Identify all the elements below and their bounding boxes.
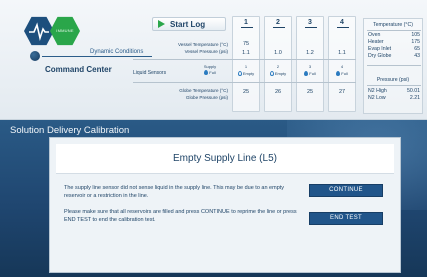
vessel-pressure-label: Vessel Pressure (psi) [184,49,228,54]
globe-temperature-value: 26 [274,89,282,95]
divider [273,27,285,28]
vessel-pressure-value: 1.0 [274,50,282,56]
vessel-pressure-value: 1.1 [242,50,250,56]
pressure-row: N2 Low 2.21 [368,95,420,101]
sensor-number: 2 [276,64,280,69]
divider [367,65,421,66]
globe-temperature-value: 27 [338,89,346,95]
sensor-status: Full [328,71,356,77]
drop-empty-icon [269,71,274,77]
temperature-row: Heater 175 [368,39,420,45]
divider [337,27,349,28]
divider [133,82,356,83]
logo-text: IMMUNE [56,28,74,33]
sensor-number: 1 [244,64,248,69]
dialog-header: Empty Supply Line (L5) [56,144,394,174]
start-log-button[interactable]: Start Log [152,17,226,31]
status-header: IMMUNE Dynamic Conditions Command Center… [0,0,427,120]
sensor-number: 3 [308,64,312,69]
sensor-status: Full [296,71,324,77]
globe-temperature-value: 25 [306,89,314,95]
sensor-status: Empty [264,71,292,77]
dialog-instructions: Please make sure that all reservoirs are… [64,209,297,223]
command-center-link[interactable]: Command Center [45,65,112,74]
app-logo: IMMUNE [24,16,82,48]
divider [42,56,152,57]
globe-temperature-label: Globe Temperature (°C) [179,88,228,93]
vessel-number: 1 [244,19,248,26]
pressure-title: Pressure (psi) [376,77,410,83]
supply-sensor: Supply Full [196,62,224,78]
divider [305,27,317,28]
liquid-sensors-label: Liquid Sensors [133,70,167,76]
bullet-icon [30,51,40,61]
sensor-status: Empty [232,71,260,77]
divider [133,59,356,60]
vessel-temperature-label: Vessel Temperature (°C) [177,42,228,47]
drop-full-icon [204,70,209,76]
continue-button[interactable]: CONTINUE [309,184,383,197]
vessel-pressure-value: 1.1 [338,50,346,56]
supply-label: Supply [203,64,217,69]
globe-temperature-value: 25 [242,89,250,95]
section-title: Solution Delivery Calibration [10,125,130,136]
temperature-row: Oven 105 [368,32,420,38]
calibration-area: Solution Delivery Calibration Empty Supp… [0,120,427,277]
vessel-number: 4 [340,19,344,26]
green-hex-logo-icon: IMMUNE [50,16,80,46]
alert-dialog: Empty Supply Line (L5) The supply line s… [49,137,401,273]
dialog-title: Empty Supply Line (L5) [173,153,277,164]
vessel-pressure-value: 1.2 [306,50,314,56]
divider [241,27,253,28]
play-icon [158,20,165,28]
dynamic-conditions-label: Dynamic Conditions [90,49,144,55]
pressure-row: N2 High 50.01 [368,88,420,94]
drop-full-icon [304,71,309,77]
vessel-number: 2 [276,19,280,26]
divider [367,30,421,31]
sensor-number: 4 [340,64,344,69]
dialog-message: The supply line sensor did not sense liq… [64,185,285,199]
vessel-number: 3 [308,19,312,26]
start-log-label: Start Log [170,19,206,29]
globe-pressure-label: Globe Pressure (psi) [185,95,228,100]
drop-full-icon [336,71,341,77]
heartbeat-logo-icon [24,16,54,46]
vessel-temperature-value: 75 [242,41,250,47]
temperature-row: Dry Globe 43 [368,53,420,59]
conditions-panel: Temperature (°C) Oven 105 Heater 175 Evap … [363,18,423,114]
drop-empty-icon [237,71,242,77]
divider [367,85,421,86]
supply-status: Full [196,70,224,76]
temperature-title: Temperature (°C) [373,22,413,28]
temperature-row: Evap Inlet 65 [368,46,420,52]
end-test-button[interactable]: END TEST [309,212,383,225]
